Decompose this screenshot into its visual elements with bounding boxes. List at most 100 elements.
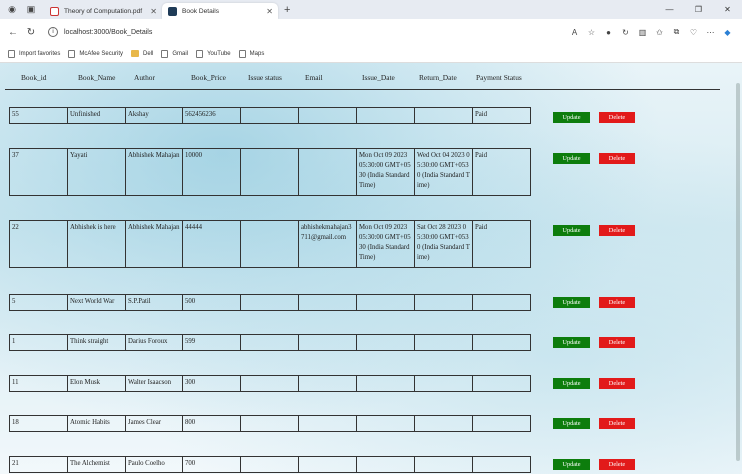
issue-date-cell	[356, 456, 414, 473]
table-row: 37 Yayati Abhishek Mahajan 10000 Mon Oct 09 …	[9, 148, 531, 196]
table-row: 11 Elon Musk Walter Isaacson 300	[9, 375, 531, 392]
issue-status-cell	[240, 456, 298, 473]
url-field[interactable]: i localhost:3000/Book_Details	[48, 24, 488, 41]
delete-button[interactable]: Delete	[599, 418, 635, 429]
back-icon[interactable]: ←	[4, 27, 22, 38]
update-button[interactable]: Update	[553, 153, 590, 164]
window-controls: — ❐ ✕	[655, 0, 742, 19]
book-details-page: Book_id Book_Name Author Book_Price Issu…	[0, 63, 742, 474]
pdf-icon	[50, 6, 59, 16]
author-cell: Akshay	[125, 107, 182, 124]
return-date-cell	[414, 334, 472, 351]
payment-status-cell: Paid	[472, 107, 531, 124]
issue-status-cell	[240, 334, 298, 351]
favorite-dell[interactable]: Dell	[131, 50, 153, 57]
book-id-cell: 55	[9, 107, 67, 124]
book-id-cell: 1	[9, 334, 67, 351]
update-button[interactable]: Update	[553, 225, 590, 236]
more-icon[interactable]: ⋯	[702, 28, 719, 37]
table-row: 22 Abhishek is here Abhishek Mahajan 44444 a…	[9, 220, 531, 268]
refresh-icon[interactable]: ↻	[22, 27, 40, 38]
update-button[interactable]: Update	[553, 378, 590, 389]
profile-icon[interactable]: ◉	[5, 3, 19, 17]
tab-pdf[interactable]: Theory of Computation.pdf ✕	[44, 3, 162, 19]
update-button[interactable]: Update	[553, 112, 590, 123]
email-cell	[298, 294, 356, 311]
close-icon[interactable]: ✕	[150, 7, 157, 16]
book-price-cell: 500	[182, 294, 240, 311]
minimize-icon[interactable]: —	[655, 5, 684, 14]
collections-icon[interactable]: ⧉	[668, 27, 685, 37]
favorites-icon[interactable]: ✩	[651, 28, 668, 37]
issue-status-cell	[240, 220, 298, 268]
return-date-cell: Sat Oct 28 2023 05:30:00 GMT+0530 (India…	[414, 220, 472, 268]
restore-icon[interactable]: ❐	[684, 5, 713, 14]
email-cell: abhishekmahajan3711@gmail.com	[298, 220, 356, 268]
book-price-cell: 599	[182, 334, 240, 351]
issue-date-cell	[356, 415, 414, 432]
update-button[interactable]: Update	[553, 337, 590, 348]
email-cell	[298, 148, 356, 196]
return-date-cell: Wed Oct 04 2023 05:30:00 GMT+0530 (India…	[414, 148, 472, 196]
payment-status-cell: Paid	[472, 148, 531, 196]
update-button[interactable]: Update	[553, 418, 590, 429]
performance-icon[interactable]: ♡	[685, 28, 702, 37]
favorite-maps[interactable]: Maps	[238, 49, 264, 58]
tab-title: Book Details	[182, 7, 220, 15]
extension-icon[interactable]: ●	[600, 28, 617, 37]
favorite-star-icon[interactable]: ☆	[583, 28, 600, 37]
payment-status-cell	[472, 334, 531, 351]
favorite-import[interactable]: Import favorites	[8, 49, 60, 58]
new-tab-icon[interactable]: +	[284, 4, 290, 16]
favorite-youtube[interactable]: YouTube	[196, 49, 231, 58]
book-id-cell: 18	[9, 415, 67, 432]
delete-button[interactable]: Delete	[599, 225, 635, 236]
split-screen-icon[interactable]: ▥	[634, 28, 651, 37]
delete-button[interactable]: Delete	[599, 297, 635, 308]
tab-book-details[interactable]: Book Details ✕	[162, 3, 278, 19]
scrollbar[interactable]	[736, 83, 740, 461]
book-name-cell: The Alchemist	[67, 456, 125, 473]
issue-date-cell	[356, 334, 414, 351]
update-button[interactable]: Update	[553, 297, 590, 308]
table-row: 21 The Alchemist Paulo Coelho 700	[9, 456, 531, 473]
header-author: Author	[134, 73, 155, 82]
return-date-cell	[414, 415, 472, 432]
payment-status-cell	[472, 415, 531, 432]
refresh-extension-icon[interactable]: ↻	[617, 28, 634, 37]
favorite-mcafee[interactable]: McAfee Security	[68, 49, 123, 58]
book-name-cell: Elon Musk	[67, 375, 125, 392]
workspaces-icon[interactable]: ▣	[24, 3, 38, 17]
author-cell: Walter Isaacson	[125, 375, 182, 392]
issue-status-cell	[240, 375, 298, 392]
header-email: Email	[305, 73, 323, 82]
return-date-cell	[414, 107, 472, 124]
delete-button[interactable]: Delete	[599, 112, 635, 123]
info-icon[interactable]: i	[48, 27, 58, 37]
book-id-cell: 37	[9, 148, 67, 196]
author-cell: S.P.Patil	[125, 294, 182, 311]
copilot-icon[interactable]: ◆	[719, 28, 736, 37]
book-price-cell: 700	[182, 456, 240, 473]
book-id-cell: 11	[9, 375, 67, 392]
close-icon[interactable]: ✕	[266, 7, 273, 16]
delete-button[interactable]: Delete	[599, 459, 635, 470]
issue-status-cell	[240, 148, 298, 196]
delete-button[interactable]: Delete	[599, 153, 635, 164]
issue-date-cell	[356, 107, 414, 124]
address-bar-row: ← ↻ i localhost:3000/Book_Details A ☆ ● …	[0, 19, 742, 45]
email-cell	[298, 375, 356, 392]
author-cell: Paulo Coelho	[125, 456, 182, 473]
tab-title: Theory of Computation.pdf	[64, 7, 143, 15]
email-cell	[298, 415, 356, 432]
delete-button[interactable]: Delete	[599, 378, 635, 389]
page-icon	[68, 49, 76, 58]
update-button[interactable]: Update	[553, 459, 590, 470]
close-window-icon[interactable]: ✕	[713, 5, 742, 14]
delete-button[interactable]: Delete	[599, 337, 635, 348]
favorite-gmail[interactable]: Gmail	[161, 49, 188, 58]
payment-status-cell	[472, 375, 531, 392]
read-aloud-icon[interactable]: A	[566, 28, 583, 37]
book-name-cell: Abhishek is here	[67, 220, 125, 268]
book-name-cell: Unfinished	[67, 107, 125, 124]
